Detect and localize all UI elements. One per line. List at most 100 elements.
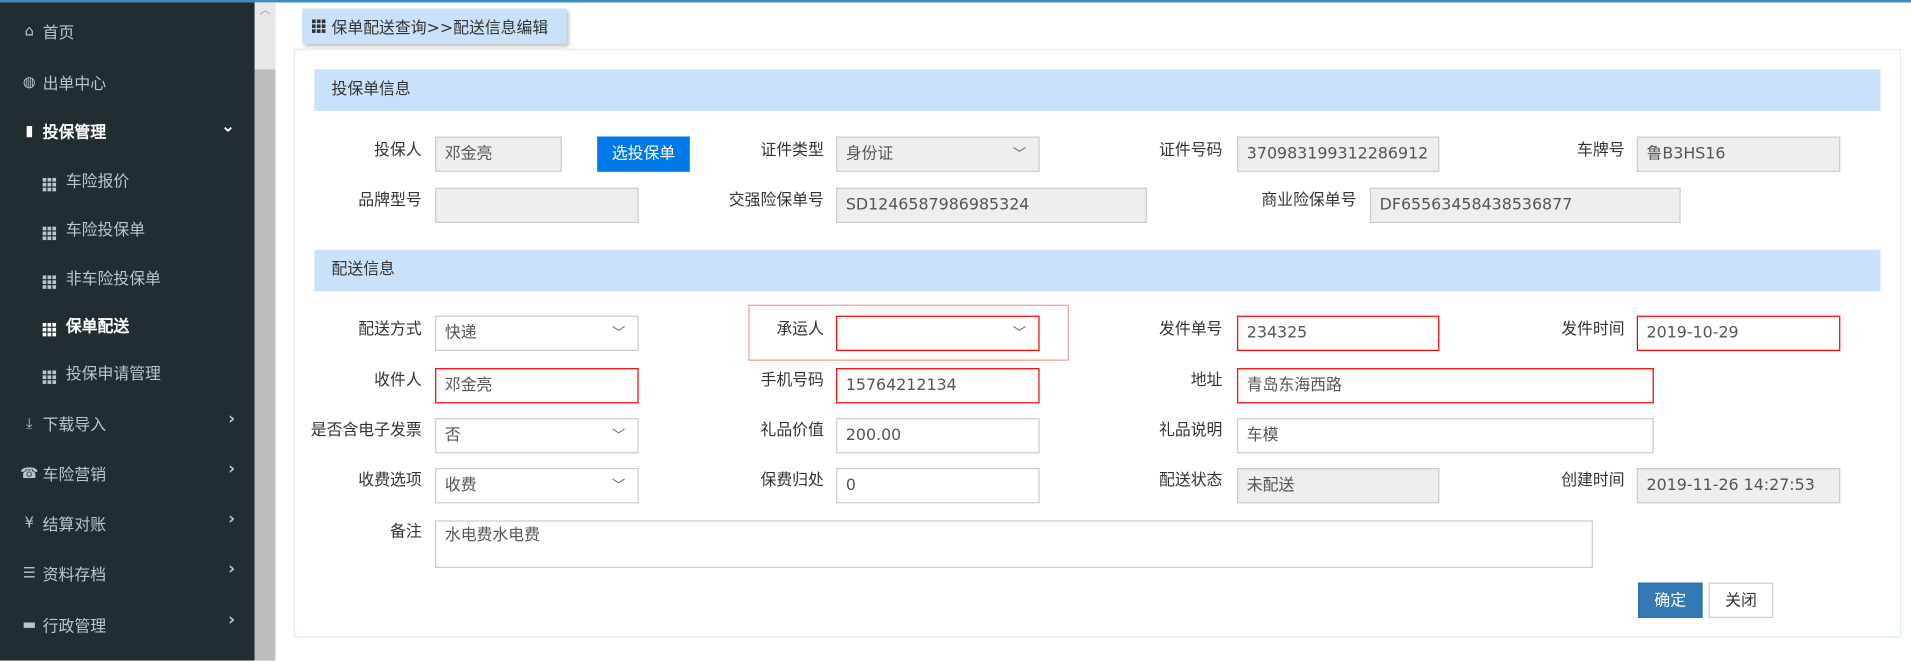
chevron-right-icon: › (228, 409, 236, 430)
breadcrumb: 保单配送查询>>配送信息编辑 (302, 8, 567, 44)
sidebar-item-label: 资料存档 (42, 566, 107, 585)
grid-icon (312, 19, 326, 33)
carrier-select[interactable]: ﹀ (836, 315, 1040, 351)
plate-field[interactable]: 鲁B3HS16 (1636, 136, 1841, 172)
close-button[interactable]: 关闭 (1708, 582, 1774, 618)
top-accent-line (0, 0, 1911, 3)
id-number-label: 证件号码 (1159, 141, 1223, 160)
compulsory-policy-field[interactable]: SD1246587986985324 (836, 187, 1147, 224)
sidebar-item-label: 非车险投保单 (65, 269, 161, 289)
grid-icon (42, 216, 63, 240)
scroll-up-icon[interactable]: ︿ (254, 2, 276, 70)
sidebar-item-label: 下载导入 (42, 416, 107, 435)
gift-description-field[interactable]: 车模 (1237, 418, 1654, 454)
einvoice-select[interactable]: 否 ﹀ (435, 418, 639, 454)
applicant-field[interactable]: 邓金亮 (435, 136, 562, 172)
phone-icon: ☎ (20, 464, 39, 482)
sidebar-item-insurance-management[interactable]: ▮ 投保管理 ⌄ (0, 112, 255, 149)
select-policy-button[interactable]: 选投保单 (597, 136, 690, 172)
import-icon: ⤓ (26, 413, 33, 431)
recipient-field[interactable]: 邓金亮 (435, 368, 639, 404)
sidebar-item-label: 保单配送 (65, 317, 130, 336)
sidebar-item-home[interactable]: ⌂ 首页 (0, 12, 255, 49)
gift-value-field[interactable]: 200.00 (836, 418, 1040, 454)
compulsory-policy-label: 交强险保单号 (728, 191, 824, 210)
sidebar-item-non-vehicle-application[interactable]: 非车险投保单 (0, 258, 255, 295)
fee-option-value: 收费 (444, 476, 477, 495)
home-icon: ⌂ (24, 21, 34, 39)
chevron-down-icon: ﹀ (611, 325, 626, 342)
einvoice-value: 否 (444, 426, 461, 445)
chevron-right-icon: › (228, 610, 236, 631)
grid-icon (42, 265, 63, 289)
sidebar-item-label: 车险营销 (42, 466, 107, 485)
remark-label: 备注 (389, 522, 422, 542)
grid-icon (42, 168, 63, 191)
einvoice-label: 是否含电子发票 (310, 421, 422, 440)
chevron-right-icon: › (228, 559, 236, 579)
section-delivery-info: 配送信息 (314, 249, 1881, 292)
recipient-label: 收件人 (374, 371, 422, 390)
sidebar-item-label: 行政管理 (42, 617, 107, 636)
file-icon: ▮ (25, 121, 34, 139)
sidebar-item-application-management[interactable]: 投保申请管理 (0, 353, 255, 390)
sidebar-item-label: 车险报价 (65, 172, 130, 191)
sidebar-item-label: 出单中心 (42, 74, 107, 94)
created-time-field[interactable]: 2019-11-26 14:27:53 (1636, 468, 1841, 504)
chevron-right-icon: › (228, 459, 236, 479)
sidebar-scrollbar[interactable]: ︿ (254, 2, 276, 661)
sidebar-item-label: 首页 (42, 23, 75, 43)
sidebar-item-label: 结算对账 (42, 516, 107, 535)
sidebar-item-issuing-center[interactable]: ◍ 出单中心 (0, 63, 255, 100)
brand-field[interactable] (435, 187, 639, 224)
sidebar-item-label: 车险投保单 (65, 221, 146, 240)
sidebar-item-marketing[interactable]: ☎ 车险营销 › (0, 455, 255, 492)
commercial-policy-label: 商业险保单号 (1261, 191, 1357, 210)
remark-textarea[interactable]: 水电费水电费 (435, 520, 1593, 568)
list-icon: ☰ (22, 564, 36, 582)
chevron-down-icon: ﹀ (611, 477, 626, 494)
chevron-down-icon: ﹀ (611, 427, 626, 444)
carrier-label: 承运人 (776, 320, 824, 339)
brand-label: 品牌型号 (358, 191, 422, 210)
fee-option-select[interactable]: 收费 ﹀ (435, 468, 639, 504)
premium-destination-label: 保费归处 (760, 471, 824, 490)
id-type-select[interactable]: 身份证 ﹀ (836, 136, 1040, 172)
sidebar-item-vehicle-application[interactable]: 车险投保单 (0, 210, 255, 247)
grid-icon (42, 360, 63, 384)
grid-icon (42, 313, 63, 336)
sidebar: ⌂ 首页 ◍ 出单中心 ▮ 投保管理 ⌄ 车险报价 车险投保单 非车险投保单 保单配送 … (0, 2, 255, 661)
chevron-down-icon: ⌄ (220, 117, 236, 137)
sidebar-item-archive[interactable]: ☰ 资料存档 › (0, 555, 255, 592)
sidebar-item-download-import[interactable]: ⤓ 下载导入 › (0, 405, 255, 442)
delivery-status-field[interactable]: 未配送 (1237, 468, 1440, 504)
delivery-method-value: 快递 (444, 324, 477, 343)
sidebar-item-label: 投保管理 (42, 123, 107, 142)
phone-field[interactable]: 15764212134 (836, 368, 1040, 404)
id-type-value: 身份证 (845, 145, 894, 164)
sidebar-item-settlement[interactable]: ¥ 结算对账 › (0, 505, 255, 542)
premium-destination-field[interactable]: 0 (836, 468, 1040, 504)
section-policy-info: 投保单信息 (314, 69, 1881, 111)
plate-label: 车牌号 (1577, 141, 1625, 160)
sidebar-item-policy-delivery[interactable]: 保单配送 (0, 306, 255, 343)
send-time-field[interactable]: 2019-10-29 (1636, 315, 1841, 351)
fee-option-label: 收费选项 (358, 471, 422, 490)
delivery-method-select[interactable]: 快递 ﹀ (435, 315, 639, 351)
confirm-button[interactable]: 确定 (1638, 582, 1703, 618)
id-type-label: 证件类型 (760, 141, 824, 160)
commercial-policy-field[interactable]: DF65563458438536877 (1369, 187, 1681, 224)
breadcrumb-text: 保单配送查询>>配送信息编辑 (331, 19, 549, 38)
phone-label: 手机号码 (760, 371, 824, 390)
delivery-method-label: 配送方式 (358, 320, 422, 339)
yen-icon: ¥ (24, 514, 34, 532)
sidebar-item-quote[interactable]: 车险报价 (0, 161, 255, 198)
gift-description-label: 礼品说明 (1159, 421, 1223, 440)
id-number-field[interactable]: 370983199312286912 (1237, 136, 1440, 172)
tracking-number-field[interactable]: 234325 (1237, 315, 1440, 351)
sidebar-item-administration[interactable]: ▬ 行政管理 › (0, 606, 255, 643)
chevron-down-icon: ﹀ (1012, 146, 1027, 163)
address-field[interactable]: 青岛东海西路 (1237, 368, 1654, 404)
applicant-label: 投保人 (374, 141, 422, 160)
tracking-number-label: 发件单号 (1159, 320, 1223, 339)
